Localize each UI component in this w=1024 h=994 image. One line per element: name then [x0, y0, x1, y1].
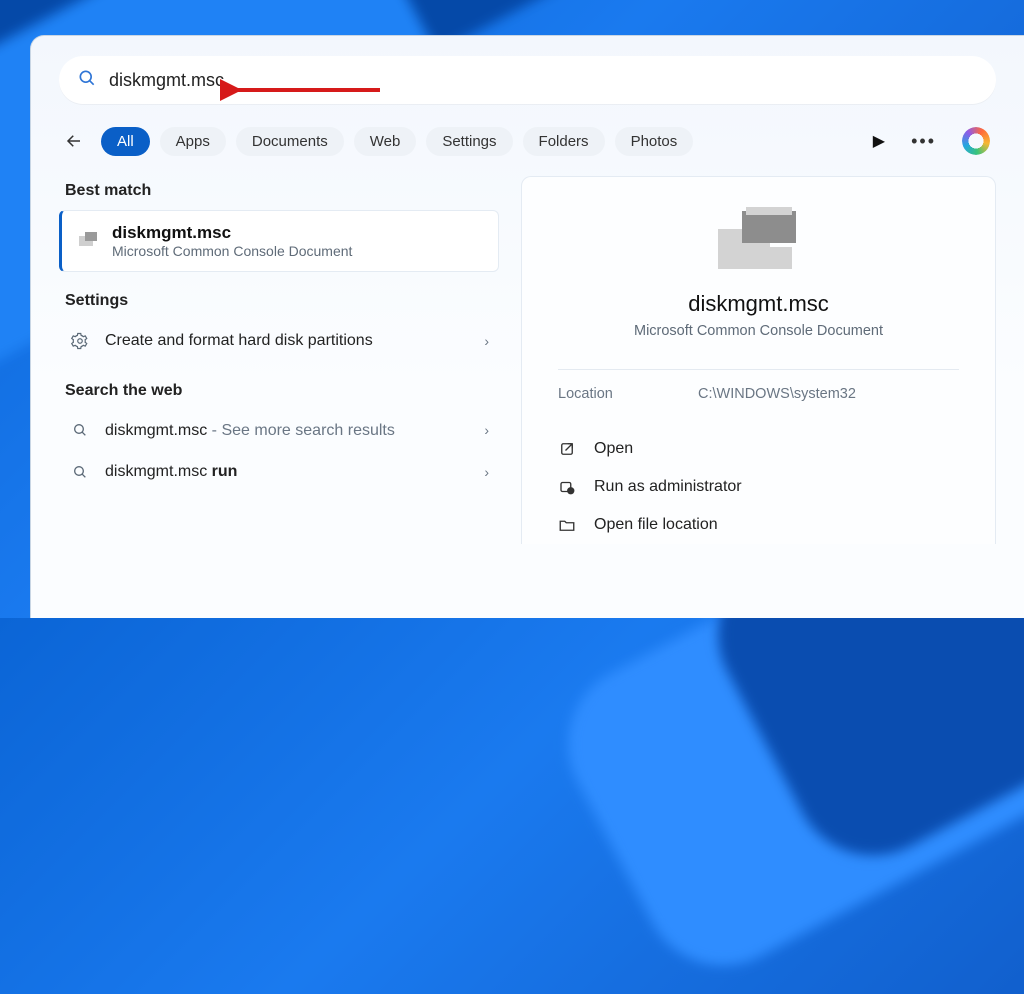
best-match-result[interactable]: diskmgmt.msc Microsoft Common Console Do…: [59, 210, 499, 272]
chevron-right-icon: ›: [484, 422, 489, 438]
settings-result[interactable]: Create and format hard disk partitions ›: [59, 320, 499, 362]
filter-web[interactable]: Web: [354, 127, 417, 156]
settings-result-label: Create and format hard disk partitions: [105, 330, 470, 352]
action-label: Open file location: [594, 516, 718, 534]
filter-photos[interactable]: Photos: [615, 127, 694, 156]
location-label: Location: [558, 386, 698, 402]
msc-file-icon: [76, 229, 100, 253]
play-icon[interactable]: ▶: [873, 131, 885, 151]
best-match-title: diskmgmt.msc: [112, 223, 352, 243]
search-panel: All Apps Documents Web Settings Folders …: [30, 35, 1024, 618]
search-input[interactable]: [109, 70, 978, 91]
detail-title: diskmgmt.msc: [558, 291, 959, 317]
filter-apps[interactable]: Apps: [160, 127, 226, 156]
results-column: Best match diskmgmt.msc Microsoft Common…: [59, 176, 499, 544]
search-icon: [69, 422, 91, 438]
action-open-location[interactable]: Open file location: [558, 506, 959, 544]
filter-folders[interactable]: Folders: [523, 127, 605, 156]
section-settings: Settings: [59, 286, 499, 320]
open-icon: [558, 440, 578, 458]
search-icon: [69, 464, 91, 480]
web-result[interactable]: diskmgmt.msc run ›: [59, 451, 499, 493]
shield-icon: [558, 478, 578, 496]
section-search-web: Search the web: [59, 376, 499, 410]
filter-settings[interactable]: Settings: [426, 127, 512, 156]
web-result-label: diskmgmt.msc - See more search results: [105, 420, 470, 442]
divider: [558, 369, 959, 370]
chevron-right-icon: ›: [484, 333, 489, 349]
search-bar[interactable]: [59, 56, 996, 104]
action-label: Run as administrator: [594, 478, 742, 496]
section-best-match: Best match: [59, 176, 499, 210]
best-match-subtitle: Microsoft Common Console Document: [112, 243, 352, 259]
filter-all[interactable]: All: [101, 127, 150, 156]
web-result-label: diskmgmt.msc run: [105, 461, 470, 483]
web-result[interactable]: diskmgmt.msc - See more search results ›: [59, 410, 499, 452]
msc-file-icon: [716, 205, 802, 279]
action-run-admin[interactable]: Run as administrator: [558, 468, 959, 506]
detail-location-row: Location C:\WINDOWS\system32: [558, 386, 959, 402]
gear-icon: [69, 332, 91, 350]
search-icon: [77, 68, 97, 93]
copilot-icon[interactable]: [962, 127, 990, 155]
more-options-icon[interactable]: •••: [911, 131, 936, 152]
location-value: C:\WINDOWS\system32: [698, 386, 856, 402]
back-button[interactable]: [59, 126, 89, 156]
folder-icon: [558, 516, 578, 534]
action-label: Open: [594, 440, 633, 458]
action-open[interactable]: Open: [558, 430, 959, 468]
chevron-right-icon: ›: [484, 464, 489, 480]
detail-subtitle: Microsoft Common Console Document: [558, 323, 959, 339]
filter-documents[interactable]: Documents: [236, 127, 344, 156]
filter-row: All Apps Documents Web Settings Folders …: [59, 126, 996, 156]
detail-panel: diskmgmt.msc Microsoft Common Console Do…: [521, 176, 996, 544]
